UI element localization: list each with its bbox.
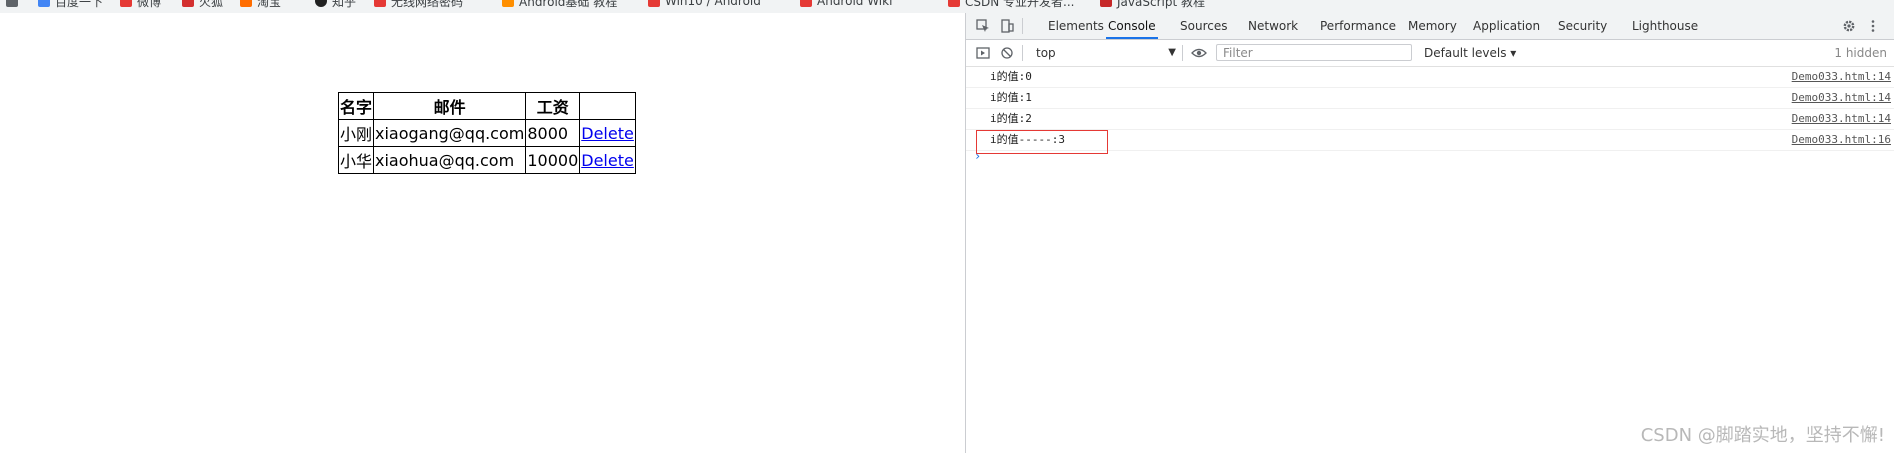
device-toolbar-icon[interactable]: [998, 17, 1016, 35]
log-levels-dropdown[interactable]: Default levels ▾: [1424, 44, 1516, 62]
bookmark-icon: [120, 0, 132, 7]
bookmark-icon: [800, 0, 812, 7]
bookmark-item[interactable]: CSDN 专业开发者...: [948, 0, 1075, 9]
bookmark-label: 百度一下: [55, 0, 104, 9]
bookmark-label: 知乎: [332, 0, 357, 9]
bookmark-item[interactable]: 知乎: [315, 0, 357, 9]
tab-memory[interactable]: Memory: [1406, 13, 1459, 39]
cell-action: Delete: [579, 146, 636, 174]
bookmark-label: CSDN 专业开发者...: [965, 0, 1075, 9]
tab-network[interactable]: Network: [1246, 13, 1300, 39]
filter-input[interactable]: [1216, 44, 1412, 61]
bookmark-item[interactable]: 淘宝: [240, 0, 282, 9]
bookmark-apps[interactable]: [6, 0, 23, 8]
cell-name: 小刚: [337, 119, 375, 147]
console-toolbar: top ▼ Default levels ▾ 1 hidden: [966, 40, 1894, 67]
tab-lighthouse[interactable]: Lighthouse: [1630, 13, 1700, 39]
bookmark-label: Android基础 教程: [519, 0, 618, 9]
devtools-panel: Elements Console Sources Network Perform…: [965, 13, 1894, 453]
bookmark-icon: [315, 0, 327, 7]
bookmark-item[interactable]: 无线网络密码: [374, 0, 464, 9]
devtools-tab-bar: Elements Console Sources Network Perform…: [966, 13, 1894, 40]
highlight-annotation-box: [976, 130, 1108, 154]
tab-performance[interactable]: Performance: [1318, 13, 1398, 39]
bookmark-item[interactable]: JavaScript 教程: [1100, 0, 1205, 9]
console-message: i的值:0 Demo033.html:14: [966, 67, 1894, 88]
table-row: 小华 xiaohua@qq.com 10000 Delete: [337, 146, 636, 174]
eye-icon[interactable]: [1190, 44, 1208, 62]
console-output: i的值:0 Demo033.html:14 i的值:1 Demo033.html…: [966, 67, 1894, 163]
tab-console[interactable]: Console: [1106, 13, 1158, 39]
tab-sources[interactable]: Sources: [1178, 13, 1229, 39]
column-header-salary: 工资: [525, 92, 581, 120]
bookmark-item[interactable]: Win10 / Android: [648, 0, 761, 8]
divider: [1182, 45, 1183, 61]
bookmark-item[interactable]: Android Wiki: [800, 0, 892, 8]
console-message: i的值:2 Demo033.html:14: [966, 109, 1894, 130]
employee-table: 名字 邮件 工资 小刚 xiaogang@qq.com 8000 Delete …: [337, 92, 636, 174]
bookmark-icon: [502, 0, 514, 7]
watermark: CSDN @脚踏实地，坚持不懈!: [1640, 425, 1885, 446]
bookmark-icon: [240, 0, 252, 7]
bookmark-icon: [1100, 0, 1112, 7]
bookmark-item[interactable]: 百度一下: [38, 0, 104, 9]
clear-console-icon[interactable]: [998, 44, 1016, 62]
table-header-row: 名字 邮件 工资: [337, 92, 636, 120]
apps-icon: [6, 0, 18, 7]
bookmark-label: Android Wiki: [817, 0, 893, 8]
hidden-messages-count: 1 hidden: [1834, 46, 1887, 60]
source-link[interactable]: Demo033.html:16: [1792, 130, 1891, 150]
source-link[interactable]: Demo033.html:14: [1792, 88, 1891, 108]
console-message-text: i的值:1: [990, 91, 1032, 104]
bookmark-item[interactable]: 微博: [120, 0, 162, 9]
bookmark-label: 微博: [137, 0, 162, 9]
gear-icon[interactable]: [1840, 17, 1858, 35]
console-message-text: i的值:2: [990, 112, 1032, 125]
tab-elements[interactable]: Elements: [1046, 13, 1106, 39]
console-message-text: i的值:0: [990, 70, 1032, 83]
bookmark-icon: [182, 0, 194, 7]
bookmark-icon: [38, 0, 50, 7]
divider: [1022, 45, 1023, 61]
cell-action: Delete: [579, 119, 636, 147]
bookmark-item[interactable]: Android基础 教程: [502, 0, 618, 9]
bookmark-label: 火狐: [199, 0, 224, 9]
bookmark-label: 无线网络密码: [391, 0, 464, 9]
cell-email: xiaohua@qq.com: [373, 146, 527, 174]
table-row: 小刚 xiaogang@qq.com 8000 Delete: [337, 119, 636, 147]
show-sidebar-icon[interactable]: [974, 44, 992, 62]
cell-salary: 8000: [525, 119, 581, 147]
bookmark-icon: [374, 0, 386, 7]
more-options-icon[interactable]: [1864, 17, 1882, 35]
tab-security[interactable]: Security: [1556, 13, 1609, 39]
console-prompt[interactable]: ›: [974, 149, 981, 163]
page-viewport: 名字 邮件 工资 小刚 xiaogang@qq.com 8000 Delete …: [0, 13, 965, 453]
bookmark-label: Win10 / Android: [665, 0, 761, 8]
source-link[interactable]: Demo033.html:14: [1792, 109, 1891, 129]
cell-salary: 10000: [525, 146, 581, 174]
delete-link[interactable]: Delete: [581, 151, 634, 170]
tab-application[interactable]: Application: [1471, 13, 1542, 39]
context-selector[interactable]: top ▼: [1036, 44, 1176, 62]
inspect-element-icon[interactable]: [974, 17, 992, 35]
console-message: i的值:1 Demo033.html:14: [966, 88, 1894, 109]
delete-link[interactable]: Delete: [581, 124, 634, 143]
cell-email: xiaogang@qq.com: [373, 119, 527, 147]
cell-name: 小华: [337, 146, 375, 174]
column-header-action: [579, 92, 636, 120]
bookmark-icon: [948, 0, 960, 7]
divider: [1022, 18, 1023, 34]
dropdown-arrow-icon: ▼: [1168, 47, 1176, 58]
bookmark-label: JavaScript 教程: [1117, 0, 1205, 9]
context-value: top: [1036, 46, 1056, 60]
bookmark-item[interactable]: 火狐: [182, 0, 224, 9]
column-header-name: 名字: [337, 92, 375, 120]
bookmark-icon: [648, 0, 660, 7]
source-link[interactable]: Demo033.html:14: [1792, 67, 1891, 87]
column-header-email: 邮件: [373, 92, 527, 120]
bookmark-label: 淘宝: [257, 0, 282, 9]
bookmarks-bar: 百度一下 微博 火狐 淘宝 知乎 无线网络密码 Android基础 教程 Win…: [0, 0, 1894, 13]
